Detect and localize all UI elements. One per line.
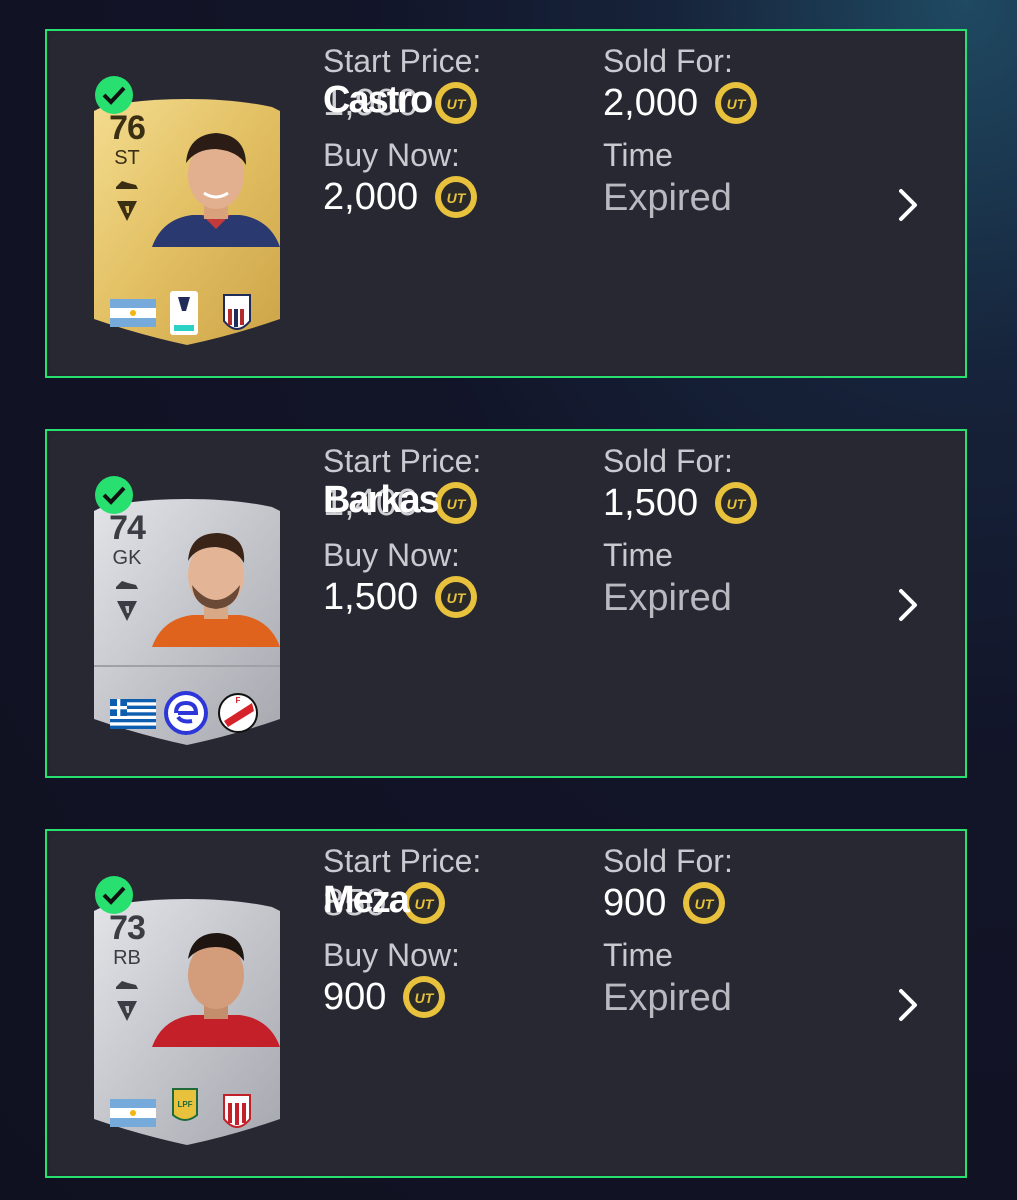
svg-text:UT: UT [447,496,467,512]
ut-coin-icon: UT [435,576,478,618]
ut-coin-icon: UT [715,482,758,524]
player-portrait [152,533,280,647]
ut-coin-icon: UT [435,176,478,218]
chevron-right-icon[interactable] [896,587,920,623]
buy-now-number: 2,000 [323,175,419,218]
time-label: Time [603,537,673,573]
svg-text:UT: UT [415,896,435,912]
buy-now-value: 1,500 UT [323,575,478,619]
estudiantes-badge [223,1094,251,1128]
sold-for-number: 2,000 [603,81,699,124]
chemistry-style-icon [117,201,137,221]
argentina-flag [110,1099,156,1127]
card-position: ST [114,147,140,169]
chevron-right-icon[interactable] [896,187,920,223]
ut-coin-icon: UT [435,482,478,524]
player-name: Barkas [323,479,440,521]
ut-coin-icon: UT [715,82,758,124]
check-circle-icon [95,476,133,514]
svg-text:LPF: LPF [177,1100,192,1109]
time-value: Expired [603,177,732,219]
ut-coin-icon: UT [683,882,726,924]
ut-coin-icon: UT [403,976,446,1018]
buy-now-number: 1,500 [323,575,419,618]
buy-now-label: Buy Now: [323,537,460,573]
svg-text:UT: UT [415,990,435,1006]
sold-for-value: 2,000 UT [603,81,758,125]
player-name: Castro [323,79,433,121]
buy-now-label: Buy Now: [323,937,460,973]
sold-for-label: Sold For: [603,843,733,879]
player-portrait [152,933,280,1047]
sold-for-number: 1,500 [603,481,699,524]
sold-for-value: 900 UT [603,881,726,925]
start-price-label: Start Price: [323,43,482,79]
svg-text:UT: UT [727,96,747,112]
liga-profesional-badge: LPF [172,1088,198,1121]
time-label: Time [603,137,673,173]
ut-coin-icon: UT [435,82,478,124]
serie-a-badge [170,291,198,335]
svg-text:UT: UT [447,590,467,606]
chemistry-style-icon [117,601,137,621]
eredivisie-badge [164,691,208,735]
time-value: Expired [603,577,732,619]
greece-flag [110,699,156,729]
transfer-item-2[interactable]: 74 GK F Start Price: 1,400 UT Barkas Buy… [45,429,967,778]
buy-now-number: 900 [323,975,387,1018]
time-label: Time [603,937,673,973]
svg-text:UT: UT [447,96,467,112]
start-price-label: Start Price: [323,843,482,879]
check-circle-icon [95,76,133,114]
transfer-item-3[interactable]: 73 RB LPF Start Price: 850 UT Meza Buy N… [45,829,967,1178]
boot-icon [116,581,138,589]
player-card[interactable]: 76 ST [94,99,280,345]
argentina-flag [110,299,156,327]
svg-text:UT: UT [727,496,747,512]
svg-text:UT: UT [447,190,467,206]
player-name: Meza [323,879,410,921]
sold-for-label: Sold For: [603,43,733,79]
bologna-badge [223,294,251,330]
chemistry-style-icon [117,1001,137,1021]
svg-text:F: F [236,696,241,705]
check-circle-icon [95,876,133,914]
transfer-item-1[interactable]: 76 ST Start Price: 1,900 UT Castro Buy N… [45,29,967,378]
sold-for-value: 1,500 UT [603,481,758,525]
card-position: GK [112,547,142,569]
card-position: RB [113,947,141,969]
buy-now-label: Buy Now: [323,137,460,173]
player-portrait [152,133,280,247]
boot-icon [116,181,138,189]
boot-icon [116,981,138,989]
time-value: Expired [603,977,732,1019]
ut-coin-icon: UT [403,882,446,924]
sold-for-number: 900 [603,881,667,924]
buy-now-value: 900 UT [323,975,446,1019]
chevron-right-icon[interactable] [896,987,920,1023]
player-card[interactable]: 73 RB LPF [94,899,280,1145]
buy-now-value: 2,000 UT [323,175,478,219]
fc-utrecht-badge: F [218,693,258,733]
player-card[interactable]: 74 GK F [94,499,280,745]
sold-for-label: Sold For: [603,443,733,479]
svg-text:UT: UT [695,896,715,912]
start-price-label: Start Price: [323,443,482,479]
